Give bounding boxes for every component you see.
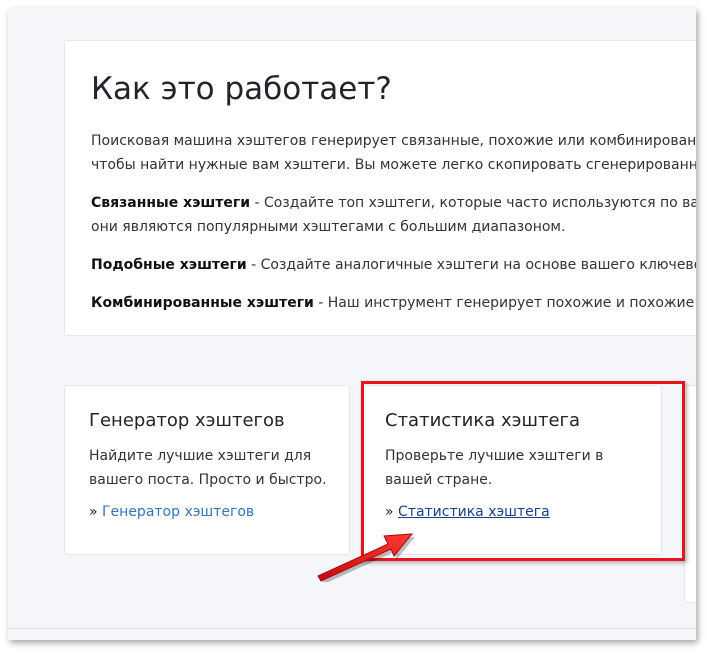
related-hashtags-paragraph: Связанные хэштеги - Создайте топ хэштеги…: [91, 191, 696, 239]
combined-hashtags-term: Комбинированные хэштеги: [91, 295, 314, 311]
combined-hashtags-desc: - Наш инструмент генерирует похожие и по…: [313, 295, 696, 311]
related-hashtags-desc-1: - Создайте топ хэштеги, которые часто ис…: [250, 195, 696, 211]
similar-hashtags-desc: - Создайте аналогичные хэштеги на основе…: [246, 257, 696, 273]
intro-line-2: чтобы найти нужные вам хэштеги. Вы может…: [91, 157, 696, 173]
card-description: Найдите лучшие хэштеги для вашего поста.…: [89, 448, 327, 488]
footer-divider: [8, 628, 696, 629]
third-card-partial: [684, 385, 696, 603]
combined-hashtags-paragraph: Комбинированные хэштеги - Наш инструмент…: [91, 291, 696, 315]
red-arrow-icon: [317, 533, 415, 582]
related-hashtags-term: Связанные хэштеги: [91, 195, 251, 211]
intro-line-1: Поисковая машина хэштегов генерирует свя…: [91, 133, 696, 149]
how-it-works-card: Как это работает? Поисковая машина хэште…: [64, 40, 696, 336]
card-link-row: » Генератор хэштегов: [89, 504, 254, 520]
how-it-works-title: Как это работает?: [91, 71, 392, 107]
similar-hashtags-term: Подобные хэштеги: [91, 257, 247, 273]
hashtag-generator-card: Генератор хэштегов Найдите лучшие хэштег…: [64, 385, 350, 555]
similar-hashtags-paragraph: Подобные хэштеги - Создайте аналогичные …: [91, 253, 696, 277]
link-prefix: »: [89, 504, 103, 520]
related-hashtags-desc-2: они являются популярными хэштегами с бол…: [91, 219, 566, 235]
card-title: Генератор хэштегов: [89, 410, 285, 431]
intro-text: Поисковая машина хэштегов генерирует свя…: [91, 129, 696, 177]
hashtag-generator-link[interactable]: Генератор хэштегов: [102, 504, 254, 520]
